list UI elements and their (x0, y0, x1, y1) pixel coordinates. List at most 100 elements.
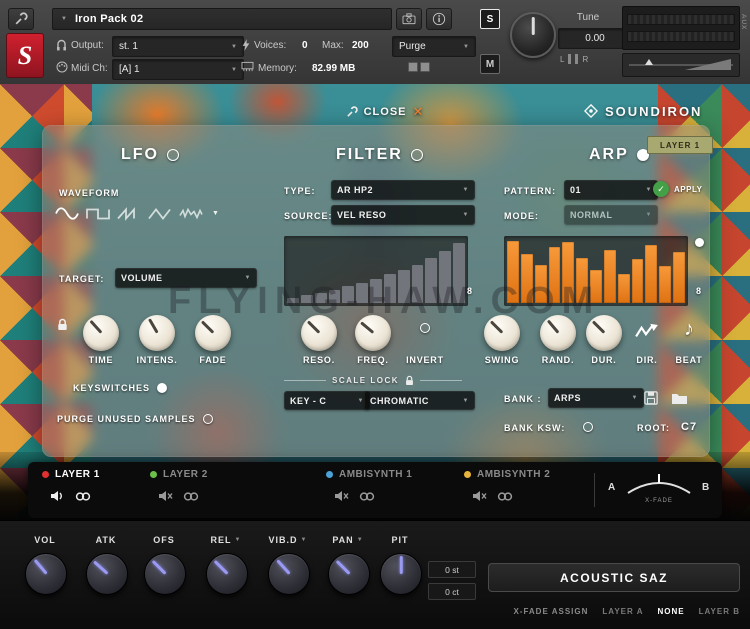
filter-velocity-graph[interactable] (284, 236, 468, 306)
chevron-down-icon: ▼ (300, 537, 308, 543)
pattern-select[interactable]: 01 ▼ (564, 180, 658, 200)
key-select[interactable]: KEY - C ▼ (284, 391, 370, 410)
chevron-down-icon: ▼ (234, 537, 242, 543)
vibd-label-menu[interactable]: VIB.D ▼ (258, 535, 318, 545)
lfo-target-select[interactable]: VOLUME ▼ (115, 268, 257, 288)
vibd-knob[interactable] (268, 553, 310, 595)
atk-knob[interactable] (86, 553, 128, 595)
lock-icon[interactable] (57, 318, 68, 331)
snapshot-button[interactable] (396, 8, 422, 30)
purge-label: Purge (399, 41, 426, 52)
pitch-cent-value[interactable]: 0 ct (428, 583, 476, 600)
diamond-logo-icon (584, 104, 598, 118)
xfade-assign-none[interactable]: NONE (657, 607, 684, 616)
swing-knob[interactable] (484, 315, 520, 351)
link-icon[interactable] (359, 491, 375, 502)
apply-button[interactable]: ✓ APPLY (653, 181, 702, 197)
filter-source-label: SOURCE: (284, 211, 333, 221)
midi-label: Midi Ch: (71, 63, 108, 74)
invert-toggle[interactable] (420, 323, 430, 333)
layer-1-tab[interactable]: LAYER 1 (42, 462, 142, 518)
direction-button[interactable] (631, 318, 663, 344)
filter-type-select[interactable]: AR HP2 ▼ (331, 180, 475, 200)
link-icon[interactable] (183, 491, 199, 502)
arp-table-toggle[interactable] (695, 238, 704, 247)
wrench-button[interactable] (8, 8, 34, 30)
root-value[interactable]: C7 (681, 421, 697, 433)
tune-knob[interactable] (510, 12, 556, 58)
waveform-menu-arrow[interactable]: ▼ (212, 210, 219, 217)
link-icon[interactable] (75, 491, 91, 502)
ambisynth-2-tab[interactable]: AMBISYNTH 2 (464, 462, 584, 518)
scale-select[interactable]: CHROMATIC ▼ (364, 391, 475, 410)
beat-label: BEAT (675, 355, 703, 365)
ofs-knob[interactable] (144, 553, 186, 595)
speaker-muted-icon[interactable] (158, 490, 173, 502)
load-bank-button[interactable] (667, 388, 691, 408)
kontakt-header: S ▼ Iron Pack 02 Output: st. 1 ▼ Voices:… (0, 0, 750, 85)
pan-label-menu[interactable]: PAN ▼ (318, 535, 378, 545)
pitch-semitone-value[interactable]: 0 st (428, 561, 476, 578)
link-icon[interactable] (497, 491, 513, 502)
lfo-intensity-knob[interactable] (139, 315, 175, 351)
purge-unused-toggle[interactable] (202, 414, 213, 424)
xfade-assign-layer-b[interactable]: LAYER B (699, 607, 740, 616)
arp-step-graph[interactable] (504, 236, 688, 306)
dur-knob[interactable] (586, 315, 622, 351)
target-value: VOLUME (121, 273, 163, 283)
save-bank-button[interactable] (641, 388, 661, 408)
speaker-muted-icon[interactable] (472, 490, 487, 502)
midi-channel-select[interactable]: [A] 1 ▼ (112, 59, 244, 80)
bank-ksw-toggle[interactable] (583, 422, 593, 432)
waveform-random-button[interactable] (177, 202, 205, 224)
pit-knob[interactable] (380, 553, 422, 595)
bank-select[interactable]: ARPS ▼ (548, 388, 644, 408)
filter-freq-knob[interactable] (355, 315, 391, 351)
filter-source-select[interactable]: VEL RESO ▼ (331, 205, 475, 225)
rel-label-menu[interactable]: REL ▼ (196, 535, 256, 545)
vol-knob[interactable] (25, 553, 67, 595)
chevron-down-icon: ▼ (244, 275, 251, 281)
ambisynth-1-tab[interactable]: AMBISYNTH 1 (326, 462, 446, 518)
lfo-fade-knob[interactable] (195, 315, 231, 351)
fader-handle[interactable] (645, 59, 653, 65)
waveform-square-button[interactable] (84, 202, 112, 224)
tune-value[interactable]: 0.00 (558, 28, 632, 49)
waveform-sine-button[interactable] (53, 202, 81, 224)
lock-icon[interactable] (405, 375, 414, 386)
memory-icon (241, 61, 254, 72)
pan-knob[interactable] (328, 553, 370, 595)
xfade-assign-layer-a[interactable]: LAYER A (602, 607, 643, 616)
main-volume-slider[interactable] (622, 53, 740, 77)
wrench-icon (15, 12, 28, 25)
mode-select[interactable]: NORMAL ▼ (564, 205, 658, 225)
layer-name-row: AMBISYNTH 2 (464, 469, 550, 480)
instrument-title-menu[interactable]: ▼ Iron Pack 02 (52, 8, 392, 30)
lfo-enable-toggle[interactable] (167, 149, 179, 161)
keyswitches-toggle[interactable] (157, 383, 168, 393)
speaker-muted-icon[interactable] (334, 490, 349, 502)
filter-enable-toggle[interactable] (410, 149, 423, 161)
layer-2-tab[interactable]: LAYER 2 (150, 462, 260, 518)
beat-button[interactable]: ♪ (673, 314, 705, 344)
close-button[interactable]: CLOSE ✕ (330, 100, 440, 124)
solo-button[interactable]: S (480, 9, 500, 29)
filter-type-label: TYPE: (284, 186, 316, 196)
filter-reso-knob[interactable] (301, 315, 337, 351)
rel-knob[interactable] (206, 553, 248, 595)
waveform-triangle-button[interactable] (146, 202, 174, 224)
rand-knob[interactable] (540, 315, 576, 351)
info-button[interactable] (426, 8, 452, 30)
purge-menu[interactable]: Purge ▼ (392, 36, 476, 57)
stereo-balance-mini[interactable]: L R (560, 54, 588, 64)
xfade-slider[interactable] (624, 470, 694, 496)
lfo-time-knob[interactable] (83, 315, 119, 351)
chevron-down-icon: ▼ (231, 66, 237, 73)
layer-page-badge[interactable]: LAYER 1 (647, 136, 713, 154)
waveform-saw-button[interactable] (115, 202, 143, 224)
output-select[interactable]: st. 1 ▼ (112, 36, 244, 57)
triangle-wave-icon (148, 207, 171, 220)
mute-button[interactable]: M (480, 54, 500, 74)
layer-status-dot (42, 471, 49, 478)
speaker-on-icon[interactable] (50, 490, 65, 502)
